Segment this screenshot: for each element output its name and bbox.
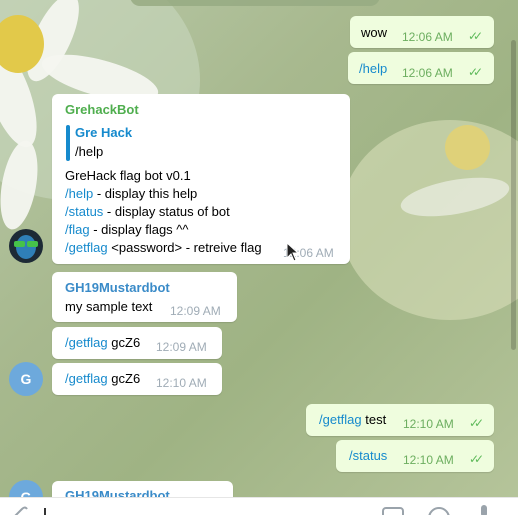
mouse-cursor-icon <box>286 242 300 262</box>
chat-background: wow 12:06 AM ✓✓ /help 12:06 AM ✓✓ Grehac… <box>0 0 518 497</box>
bot-avatar[interactable] <box>9 229 43 263</box>
command-link[interactable]: /getflag <box>65 335 108 350</box>
emoji-icon[interactable] <box>427 506 451 515</box>
reply-text: /help <box>75 144 104 159</box>
message-input[interactable] <box>44 508 46 515</box>
message-line: /getflag <password> - retreive flag <box>65 240 262 255</box>
double-check-icon: ✓✓ <box>469 452 484 466</box>
incoming-message[interactable]: /getflag gcZ6 12:10 AM <box>52 363 222 395</box>
outgoing-message[interactable]: /getflag test 12:10 AM ✓✓ <box>306 404 494 436</box>
message-time: 12:09 AM <box>170 304 221 318</box>
double-check-icon: ✓✓ <box>468 29 483 43</box>
command-link[interactable]: /status <box>65 204 103 219</box>
double-check-icon: ✓✓ <box>469 416 484 430</box>
reply-quote[interactable] <box>66 125 70 161</box>
incoming-message[interactable]: GH19Mustardbot <box>52 481 233 497</box>
message-command[interactable]: /status <box>349 448 387 463</box>
message-line: /help - display this help <box>65 186 198 201</box>
message-text: /getflag test <box>319 412 387 427</box>
microphone-icon[interactable] <box>477 504 491 515</box>
message-text: my sample text <box>65 299 153 314</box>
command-link[interactable]: /flag <box>65 222 90 237</box>
sender-name[interactable]: GH19Mustardbot <box>65 280 170 295</box>
message-time: 12:09 AM <box>156 340 207 354</box>
outgoing-message[interactable]: /status 12:10 AM ✓✓ <box>336 440 494 472</box>
command-link[interactable]: /getflag <box>319 412 362 427</box>
message-time: 12:10 AM <box>403 417 454 431</box>
double-check-icon: ✓✓ <box>468 65 483 79</box>
incoming-message[interactable]: GH19Mustardbot my sample text 12:09 AM <box>52 272 237 322</box>
outgoing-message[interactable]: wow 12:06 AM ✓✓ <box>350 16 494 48</box>
message-text: /getflag gcZ6 <box>65 335 141 350</box>
command-link[interactable]: /getflag <box>65 371 108 386</box>
outgoing-message[interactable]: /help 12:06 AM ✓✓ <box>348 52 494 84</box>
message-line: /status - display status of bot <box>65 204 230 219</box>
command-link[interactable]: /help <box>65 186 93 201</box>
bot-commands-icon[interactable] <box>382 507 404 515</box>
reply-sender: Gre Hack <box>75 125 133 140</box>
incoming-message[interactable]: /getflag gcZ6 12:09 AM <box>52 327 222 359</box>
message-text: /getflag gcZ6 <box>65 371 141 386</box>
message-command[interactable]: /help <box>359 61 387 76</box>
attach-icon[interactable] <box>12 506 28 515</box>
sender-name[interactable]: GrehackBot <box>65 102 139 117</box>
user-avatar[interactable]: G <box>9 480 43 497</box>
message-line: /flag - display flags ^^ <box>65 222 189 237</box>
message-composer[interactable] <box>0 497 518 515</box>
sender-name[interactable]: GH19Mustardbot <box>65 488 170 497</box>
message-text: wow <box>361 25 388 40</box>
user-avatar[interactable]: G <box>9 362 43 396</box>
message-time: 12:10 AM <box>156 376 207 390</box>
message-line: GreHack flag bot v0.1 <box>65 168 191 183</box>
message-time: 12:06 AM <box>402 66 453 80</box>
incoming-message[interactable]: GrehackBot Gre Hack /help GreHack flag b… <box>52 94 350 264</box>
command-link[interactable]: /getflag <box>65 240 108 255</box>
message-time: 12:10 AM <box>403 453 454 467</box>
chat-scrollbar[interactable] <box>511 40 516 350</box>
message-time: 12:06 AM <box>402 30 453 44</box>
